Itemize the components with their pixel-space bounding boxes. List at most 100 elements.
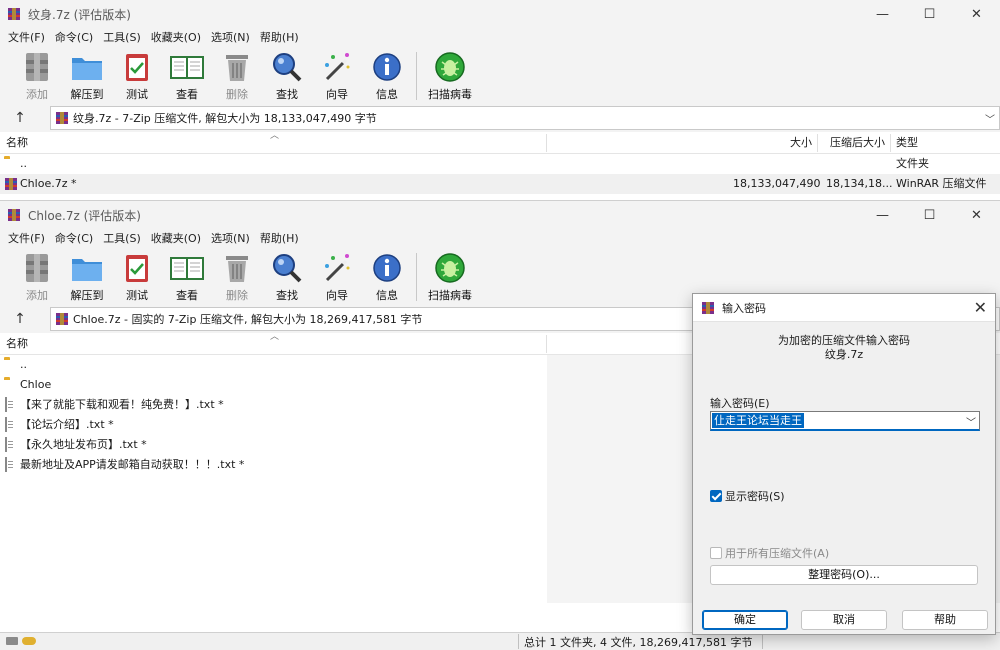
checkbox-checked-icon <box>710 490 722 502</box>
find-button[interactable]: 查找 <box>262 247 312 303</box>
info-icon <box>369 50 405 84</box>
virus-scan-icon <box>432 50 468 84</box>
info-button[interactable]: 信息 <box>362 46 412 102</box>
column-type[interactable]: 类型 <box>896 132 918 154</box>
menu-options[interactable]: 选项(N) <box>207 230 256 246</box>
winrar-small-icon <box>55 111 69 125</box>
folder-icon <box>4 358 18 372</box>
folder-extract-icon <box>69 50 105 84</box>
book-icon <box>169 50 205 84</box>
menu-favorites[interactable]: 收藏夹(O) <box>147 230 207 246</box>
trash-icon <box>219 50 255 84</box>
column-name[interactable]: 名称 <box>6 132 28 154</box>
status-text: 总计 1 文件夹, 4 文件, 18,269,417,581 字节 <box>524 636 753 649</box>
address-text: Chloe.7z - 固实的 7-Zip 压缩文件, 解包大小为 18,269,… <box>73 313 423 326</box>
column-header: 名称 ︿ 大小 压缩后大小 类型 <box>0 131 1000 154</box>
dialog-title: 输入密码 <box>722 301 766 315</box>
add-button[interactable]: 添加 <box>12 46 62 102</box>
view-button[interactable]: 查看 <box>162 46 212 102</box>
text-file-icon <box>4 437 18 452</box>
view-button[interactable]: 查看 <box>162 247 212 303</box>
minimize-button[interactable]: — <box>859 201 906 229</box>
column-name[interactable]: 名称 <box>6 333 28 355</box>
password-input[interactable]: 仩走王论坛当走王 ﹀ <box>710 411 980 431</box>
winrar-small-icon <box>55 312 69 326</box>
text-file-icon <box>4 417 18 432</box>
menu-file[interactable]: 文件(F) <box>4 29 51 45</box>
window-title: Chloe.7z (评估版本) <box>28 208 141 223</box>
show-password-checkbox[interactable]: 显示密码(S) <box>710 488 785 504</box>
column-size[interactable]: 大小 <box>790 132 812 154</box>
title-bar[interactable]: 纹身.7z (评估版本) — ☐ ✕ <box>0 0 1000 28</box>
address-text: 纹身.7z - 7-Zip 压缩文件, 解包大小为 18,133,047,490… <box>73 112 377 125</box>
cancel-button[interactable]: 取消 <box>801 610 887 630</box>
help-button[interactable]: 帮助 <box>902 610 988 630</box>
address-bar: ↑ 纹身.7z - 7-Zip 压缩文件, 解包大小为 18,133,047,4… <box>0 104 1000 132</box>
delete-button[interactable]: 删除 <box>212 46 262 102</box>
drive-icon <box>6 637 18 645</box>
menu-tools[interactable]: 工具(S) <box>99 230 147 246</box>
menu-options[interactable]: 选项(N) <box>207 29 256 45</box>
extract-to-button[interactable]: 解压到 <box>62 46 112 102</box>
close-button[interactable]: ✕ <box>953 201 1000 229</box>
dialog-title-bar[interactable]: 输入密码 ✕ <box>693 294 995 322</box>
test-button[interactable]: 测试 <box>112 247 162 303</box>
use-for-all-archives-checkbox[interactable]: 用于所有压缩文件(A) <box>710 545 829 561</box>
text-file-icon <box>4 457 18 472</box>
find-button[interactable]: 查找 <box>262 46 312 102</box>
menu-file[interactable]: 文件(F) <box>4 230 51 246</box>
sort-caret-icon: ︿ <box>270 131 280 141</box>
scan-virus-button[interactable]: 扫描病毒 <box>423 247 477 303</box>
title-bar[interactable]: Chloe.7z (评估版本) — ☐ ✕ <box>0 201 1000 229</box>
add-archive-icon <box>19 50 55 84</box>
list-item[interactable]: .. 文件夹 <box>0 154 1000 174</box>
password-value: 仩走王论坛当走王 <box>712 413 804 428</box>
winrar-app-icon <box>7 7 21 21</box>
test-button[interactable]: 测试 <box>112 46 162 102</box>
menu-favorites[interactable]: 收藏夹(O) <box>147 29 207 45</box>
delete-button[interactable]: 删除 <box>212 247 262 303</box>
winrar-app-icon <box>7 208 21 222</box>
chevron-down-icon[interactable]: ﹀ <box>985 111 995 126</box>
key-icon <box>22 637 36 645</box>
menu-commands[interactable]: 命令(C) <box>51 29 99 45</box>
magnifier-icon <box>269 50 305 84</box>
text-file-icon <box>4 397 18 412</box>
window-title: 纹身.7z (评估版本) <box>28 7 131 22</box>
add-button[interactable]: 添加 <box>12 247 62 303</box>
menu-bar: 文件(F) 命令(C) 工具(S) 收藏夹(O) 选项(N) 帮助(H) <box>0 229 1000 247</box>
column-packed-size[interactable]: 压缩后大小 <box>830 132 885 154</box>
folder-icon <box>4 378 18 392</box>
test-clipboard-icon <box>119 50 155 84</box>
up-arrow-icon[interactable]: ↑ <box>0 311 40 327</box>
winrar-archive-icon <box>4 177 18 191</box>
magic-wand-icon <box>319 50 355 84</box>
virus-scan-icon <box>432 251 468 285</box>
menu-help[interactable]: 帮助(H) <box>256 230 305 246</box>
ok-button[interactable]: 确定 <box>702 610 788 630</box>
magnifier-icon <box>269 251 305 285</box>
add-archive-icon <box>19 251 55 285</box>
chevron-down-icon[interactable]: ﹀ <box>966 414 976 429</box>
close-button[interactable]: ✕ <box>953 0 1000 28</box>
wizard-button[interactable]: 向导 <box>312 247 362 303</box>
menu-commands[interactable]: 命令(C) <box>51 230 99 246</box>
maximize-button[interactable]: ☐ <box>906 0 953 28</box>
password-label: 输入密码(E) <box>710 397 770 410</box>
menu-help[interactable]: 帮助(H) <box>256 29 305 45</box>
maximize-button[interactable]: ☐ <box>906 201 953 229</box>
book-icon <box>169 251 205 285</box>
info-icon <box>369 251 405 285</box>
up-arrow-icon[interactable]: ↑ <box>0 110 40 126</box>
close-icon[interactable]: ✕ <box>974 298 987 317</box>
organize-passwords-button[interactable]: 整理密码(O)... <box>710 565 978 585</box>
minimize-button[interactable]: — <box>859 0 906 28</box>
scan-virus-button[interactable]: 扫描病毒 <box>423 46 477 102</box>
list-item[interactable]: Chloe.7z * 18,133,047,490 18,134,18... W… <box>0 174 1000 194</box>
menu-tools[interactable]: 工具(S) <box>99 29 147 45</box>
menu-bar: 文件(F) 命令(C) 工具(S) 收藏夹(O) 选项(N) 帮助(H) <box>0 28 1000 46</box>
extract-to-button[interactable]: 解压到 <box>62 247 112 303</box>
wizard-button[interactable]: 向导 <box>312 46 362 102</box>
info-button[interactable]: 信息 <box>362 247 412 303</box>
address-field[interactable]: 纹身.7z - 7-Zip 压缩文件, 解包大小为 18,133,047,490… <box>50 106 1000 130</box>
